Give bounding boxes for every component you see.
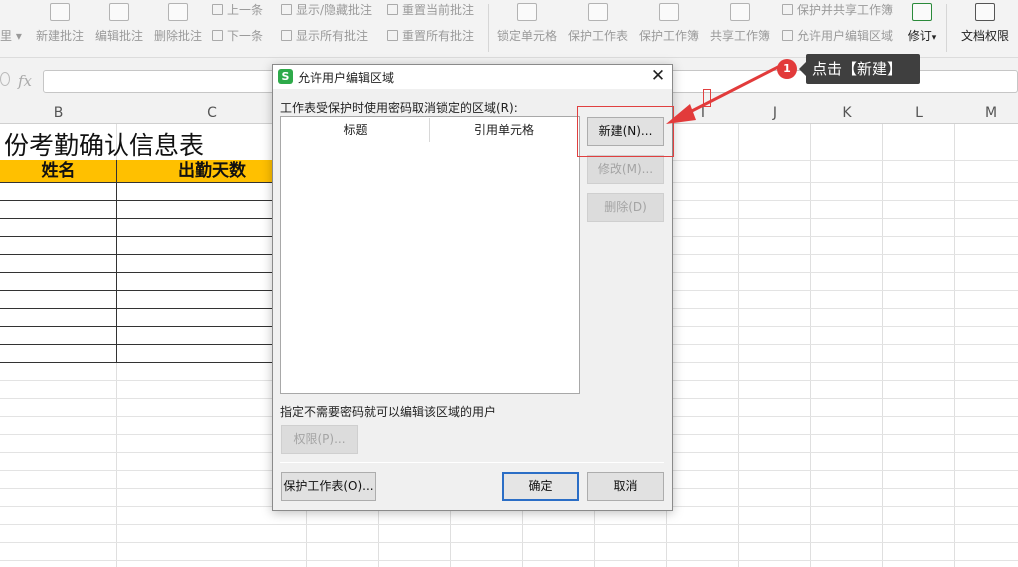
delete-comment-icon [168,3,188,21]
prev-comment-button[interactable]: 上一条 [212,1,263,18]
new-comment-icon [50,3,70,21]
allow-edit-ranges-icon [782,30,793,41]
dialog-title: 允许用户编辑区域 [298,71,395,85]
modify-button[interactable]: 修改(M)... [587,155,664,184]
tooltip-pointer [799,62,806,76]
step-badge: 1 [777,59,797,79]
ranges-list[interactable] [280,116,580,394]
dialog-divider [280,462,664,463]
column-header-b[interactable]: B [0,102,117,124]
list-header-ref[interactable]: 引用单元格 [431,118,577,142]
protect-sheet-icon [588,3,608,21]
share-workbook-button[interactable]: 共享工作簿 [709,0,771,44]
sheet-title: 份考勤确认信息表 [4,131,205,160]
reset-current-icon [387,4,398,15]
cancel-button[interactable]: 取消 [587,472,664,501]
reset-current-comment-button[interactable]: 重置当前批注 [387,1,474,18]
protect-workbook-button[interactable]: 保护工作簿 [638,0,700,44]
ribbon-left-partial[interactable]: 里 ▾ [0,27,22,44]
lock-cell-button[interactable]: 锁定单元格 [496,0,558,44]
ok-button[interactable]: 确定 [502,472,579,501]
reset-all-icon [387,30,398,41]
ribbon-divider [946,4,947,52]
edit-comment-icon [109,3,129,21]
doc-permission-icon [975,3,995,21]
reset-all-comments-button[interactable]: 重置所有批注 [387,27,474,44]
tooltip-instruction: 点击【新建】 [806,54,920,84]
show-hide-comment-button[interactable]: 显示/隐藏批注 [281,1,372,18]
column-header-m[interactable]: M [955,102,1018,124]
edit-comment-button[interactable]: 编辑批注 [94,0,144,44]
doc-permission-button[interactable]: 文档权限 [958,0,1012,44]
ranges-label: 工作表受保护时使用密码取消锁定的区域(R): [280,101,518,115]
show-all-comments-icon [281,30,292,41]
column-header-k[interactable]: K [811,102,883,124]
wps-app-icon: S [278,69,293,84]
pointer-arrow-icon [666,64,781,124]
allow-edit-ranges-button[interactable]: 允许用户编辑区域 [782,27,893,44]
delete-comment-button[interactable]: 删除批注 [153,0,203,44]
users-label: 指定不需要密码就可以编辑该区域的用户 [280,405,497,419]
list-header-title[interactable]: 标题 [282,118,430,142]
column-header-l[interactable]: L [883,102,955,124]
ribbon-divider [488,4,489,52]
show-hide-comment-icon [281,4,292,15]
permission-button[interactable]: 权限(P)... [281,425,358,454]
revise-icon [912,3,932,21]
delete-button[interactable]: 删除(D) [587,193,664,222]
protect-share-icon [782,4,793,15]
new-comment-button[interactable]: 新建批注 [35,0,85,44]
next-comment-button[interactable]: 下一条 [212,27,263,44]
header-name-cell[interactable]: 姓名 [0,160,117,182]
fx-label: fx [18,72,33,90]
protect-share-workbook-button[interactable]: 保护并共享工作簿 [782,1,893,18]
protect-sheet-button[interactable]: 保护工作表(O)... [281,472,376,501]
share-workbook-icon [730,3,750,21]
show-all-comments-button[interactable]: 显示所有批注 [281,27,368,44]
next-icon [212,30,223,41]
protect-sheet-ribbon-button[interactable]: 保护工作表 [567,0,629,44]
zoom-icon [0,72,10,86]
lock-icon [517,3,537,21]
revise-button[interactable]: 修订▾ [904,0,940,44]
protect-workbook-icon [659,3,679,21]
prev-icon [212,4,223,15]
